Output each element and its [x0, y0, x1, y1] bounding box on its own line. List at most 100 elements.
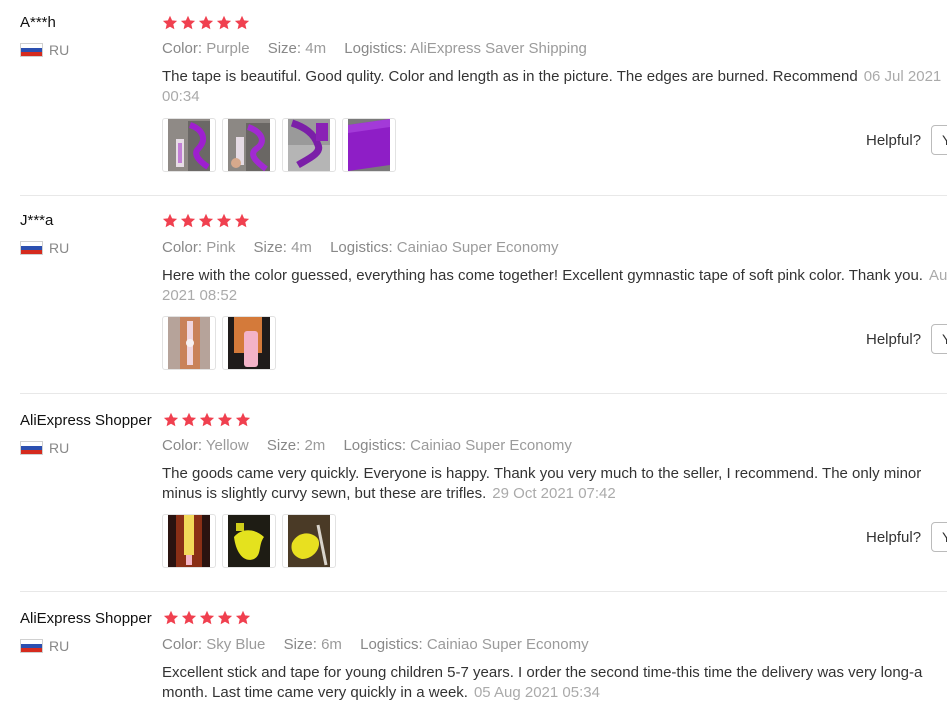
- review-divider: [20, 195, 947, 196]
- purple-ribbon-photo: [228, 119, 270, 171]
- pink-stick-photo: [228, 317, 270, 369]
- review-attributes: Color: Sky Blue Size: 6m Logistics: Cain…: [162, 636, 603, 653]
- logistics-value: Cainiao Super Economy: [410, 437, 572, 454]
- review-photos: [162, 316, 276, 370]
- reviewer-country: RU: [20, 42, 69, 58]
- helpful-label: Helpful?: [866, 528, 922, 546]
- country-code: RU: [49, 638, 70, 654]
- helpful-section: Helpful? Y: [866, 522, 947, 552]
- rating-stars: [163, 412, 251, 428]
- color-label: Color:: [162, 239, 203, 256]
- review-attributes: Color: Purple Size: 4m Logistics: AliExp…: [162, 40, 601, 57]
- size-value: 4m: [291, 239, 312, 256]
- size-label: Size:: [267, 40, 302, 57]
- review-photo-thumbnail[interactable]: [222, 514, 276, 568]
- purple-ribbon-photo: [288, 119, 330, 171]
- star-icon: [199, 610, 215, 625]
- yellow-ribbon-photo: [288, 515, 330, 567]
- star-icon: [235, 610, 251, 625]
- color-value: Yellow: [205, 437, 249, 454]
- star-icon: [216, 15, 232, 30]
- russia-flag-icon: [20, 241, 43, 255]
- russia-flag-icon: [20, 441, 43, 455]
- color-value: Sky Blue: [206, 636, 266, 653]
- star-icon: [235, 412, 251, 427]
- review-text: The tape is beautiful. Good qulity. Colo…: [162, 67, 947, 107]
- size-value: 4m: [305, 40, 327, 57]
- review-photo-thumbnail[interactable]: [282, 118, 336, 172]
- star-icon: [162, 213, 178, 228]
- rating-stars: [162, 15, 250, 31]
- reviewer-name: AliExpress Shopper: [20, 412, 152, 429]
- reviewer-name: J***a: [20, 212, 54, 229]
- rating-stars: [162, 213, 250, 229]
- reviewer-country: RU: [20, 440, 69, 456]
- star-icon: [216, 213, 232, 228]
- star-icon: [181, 412, 197, 427]
- review-photo-thumbnail[interactable]: [222, 316, 276, 370]
- logistics-label: Logistics:: [344, 40, 407, 57]
- logistics-label: Logistics:: [360, 636, 423, 653]
- review-body: The tape is beautiful. Good qulity. Colo…: [162, 68, 858, 85]
- reviewer-name: AliExpress Shopper: [20, 610, 152, 627]
- color-label: Color:: [162, 40, 203, 57]
- country-code: RU: [49, 42, 70, 58]
- yellow-ribbon-photo: [228, 515, 270, 567]
- size-value: 2m: [304, 437, 326, 454]
- review-photo-thumbnail[interactable]: [162, 514, 216, 568]
- review-photo-thumbnail[interactable]: [162, 316, 216, 370]
- review-photos: [162, 514, 336, 568]
- review-attributes: Color: Pink Size: 4m Logistics: Cainiao …: [162, 239, 573, 256]
- star-icon: [199, 412, 215, 427]
- helpful-label: Helpful?: [866, 330, 922, 348]
- helpful-label: Helpful?: [866, 131, 922, 149]
- pink-stick-photo: [168, 317, 210, 369]
- reviewer-country: RU: [20, 240, 69, 256]
- review-photo-thumbnail[interactable]: [342, 118, 396, 172]
- star-icon: [181, 610, 197, 625]
- size-value: 6m: [321, 636, 342, 653]
- logistics-label: Logistics:: [343, 437, 406, 454]
- review-date: 29 Oct 2021 07:42: [492, 485, 616, 502]
- purple-fabric-photo: [348, 119, 390, 171]
- color-label: Color:: [162, 437, 203, 454]
- review-text: Excellent stick and tape for young child…: [162, 663, 947, 703]
- helpful-yes-button[interactable]: Y: [931, 324, 947, 354]
- review-photo-thumbnail[interactable]: [222, 118, 276, 172]
- review-photo-thumbnail[interactable]: [282, 514, 336, 568]
- star-icon: [198, 15, 214, 30]
- helpful-section: Helpful? Y: [866, 125, 947, 155]
- russia-flag-icon: [20, 43, 43, 57]
- russia-flag-icon: [20, 639, 43, 653]
- review-body: Here with the color guessed, everything …: [162, 267, 923, 284]
- color-value: Purple: [206, 40, 250, 57]
- color-value: Pink: [206, 239, 236, 256]
- reviewer-name: A***h: [20, 14, 56, 31]
- review-text: The goods came very quickly. Everyone is…: [162, 464, 942, 504]
- logistics-value: Cainiao Super Economy: [426, 636, 589, 653]
- review-photo-thumbnail[interactable]: [162, 118, 216, 172]
- size-label: Size:: [253, 239, 287, 256]
- review-attributes: Color: Yellow Size: 2m Logistics: Cainia…: [162, 437, 586, 454]
- star-icon: [180, 213, 196, 228]
- helpful-yes-button[interactable]: Y: [931, 522, 947, 552]
- logistics-value: AliExpress Saver Shipping: [410, 40, 587, 57]
- star-icon: [180, 15, 196, 30]
- review-photos: [162, 118, 396, 172]
- star-icon: [163, 610, 179, 625]
- country-code: RU: [49, 240, 70, 256]
- helpful-yes-button[interactable]: Y: [931, 125, 947, 155]
- yellow-ribbon-photo: [168, 515, 210, 567]
- size-label: Size:: [266, 437, 301, 454]
- star-icon: [162, 15, 178, 30]
- star-icon: [234, 213, 250, 228]
- logistics-label: Logistics:: [330, 239, 393, 256]
- review-date: 05 Aug 2021 05:34: [473, 684, 600, 701]
- review-divider: [20, 591, 947, 592]
- logistics-value: Cainiao Super Economy: [396, 239, 559, 256]
- country-code: RU: [49, 440, 70, 456]
- size-label: Size:: [283, 636, 317, 653]
- star-icon: [198, 213, 214, 228]
- review-text: Here with the color guessed, everything …: [162, 266, 947, 306]
- helpful-section: Helpful? Y: [866, 324, 947, 354]
